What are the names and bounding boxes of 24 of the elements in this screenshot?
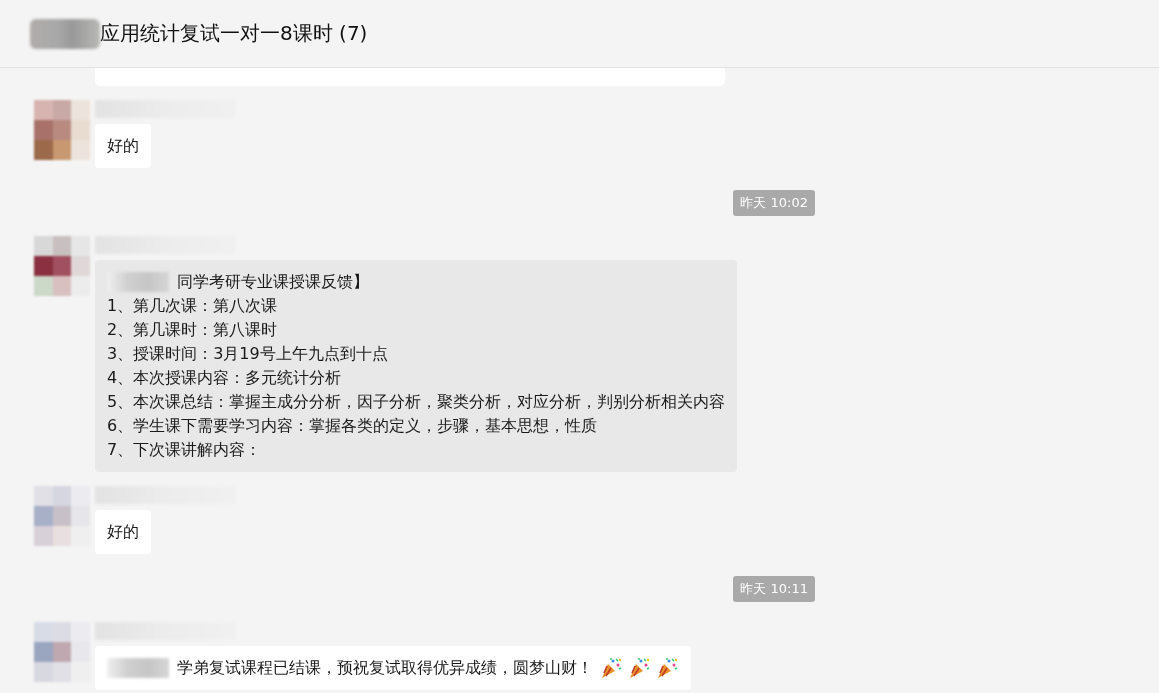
message-text: 学弟复试课程已结课，预祝复试取得优异成绩，圆梦山财！ bbox=[177, 657, 593, 679]
timestamp: 昨天 10:11 bbox=[733, 576, 815, 602]
message-text: 好的 bbox=[107, 521, 139, 543]
chat-title: 应用统计复试一对一8课时 (7) bbox=[100, 20, 368, 47]
avatar bbox=[34, 622, 90, 682]
redacted-block bbox=[107, 658, 169, 678]
avatar bbox=[34, 236, 90, 296]
message-text: 好的 bbox=[107, 135, 139, 157]
redacted-block bbox=[107, 272, 169, 292]
message-text: 6、学生课下需要学习内容：掌握各类的定义，步骤，基本思想，性质 bbox=[107, 415, 598, 437]
message-text: 7、下次课讲解内容： bbox=[107, 439, 262, 461]
message-text: 3、授课时间：3月19号上午九点到十点 bbox=[107, 343, 388, 365]
message-text: 1、第几次课：第八次课 bbox=[107, 295, 278, 317]
message-text: 4、本次授课内容：多元统计分析 bbox=[107, 367, 342, 389]
timestamp: 昨天 10:02 bbox=[733, 190, 815, 216]
party-popper-icon bbox=[655, 656, 679, 680]
party-popper-icon bbox=[599, 656, 623, 680]
party-popper-icon bbox=[627, 656, 651, 680]
message-text: 2、第几课时：第八课时 bbox=[107, 319, 278, 341]
message-text: 同学考研专业课授课反馈】 bbox=[177, 271, 369, 293]
avatar bbox=[34, 100, 90, 160]
blurred-avatar bbox=[30, 18, 100, 49]
message-text: 5、本次课总结：掌握主成分分析，因子分析，聚类分析，对应分析，判别分析相关内容 bbox=[107, 391, 726, 413]
avatar bbox=[34, 486, 90, 546]
